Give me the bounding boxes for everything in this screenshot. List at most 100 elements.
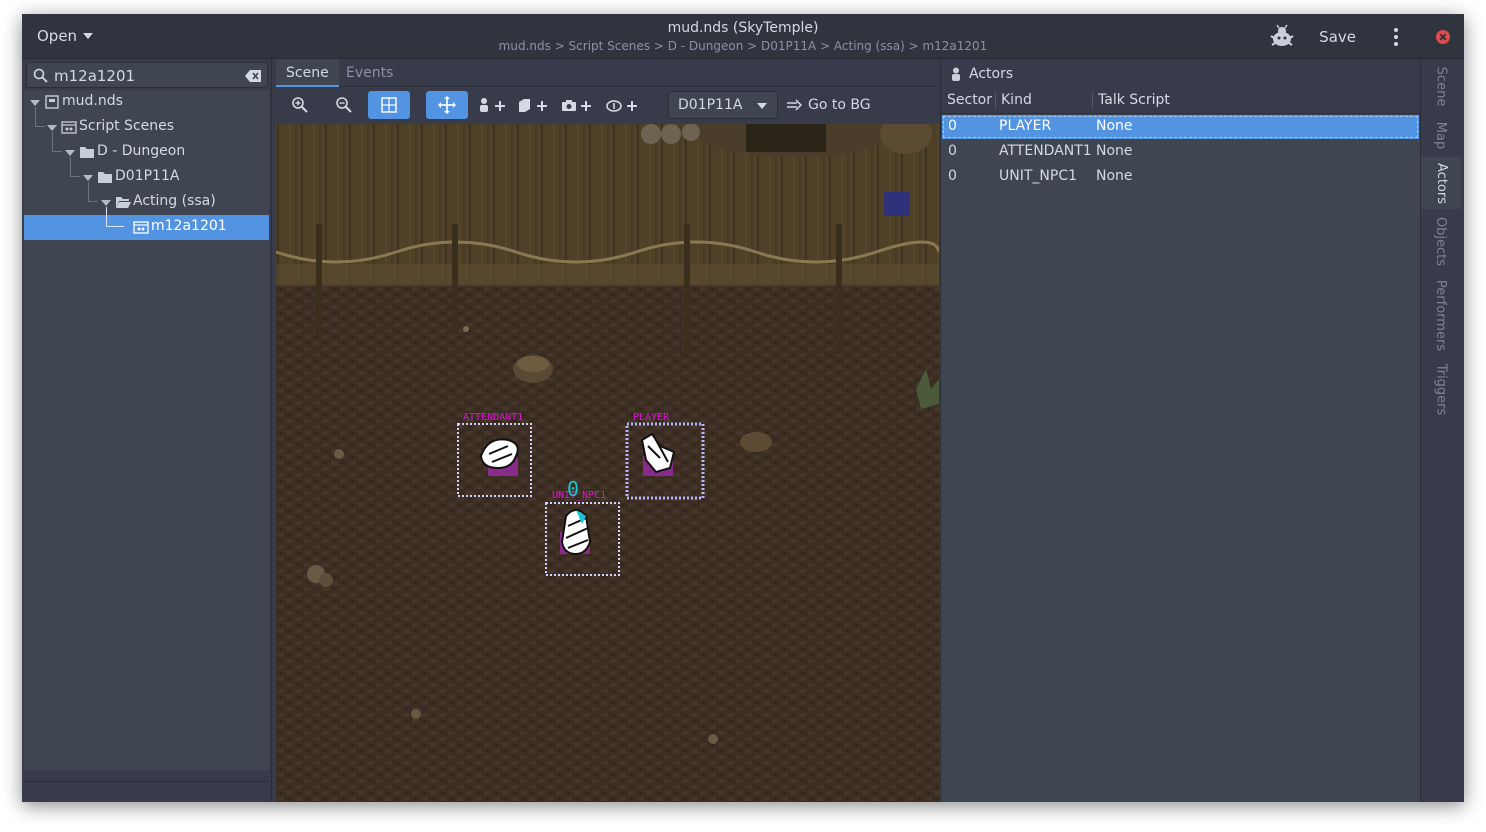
table-row[interactable]: 0 PLAYER None — [942, 115, 1419, 139]
cell-sector: 0 — [948, 118, 957, 134]
sidebar-footer — [24, 781, 269, 801]
tree-item-acting[interactable]: Acting (ssa) — [24, 190, 269, 215]
expander-icon[interactable] — [101, 200, 111, 206]
dungeon-map-image: ATTENDANT1 PLAYER UNIT_NPC1 0 — [276, 124, 939, 802]
app-window: Open mud.nds (SkyTemple) mud.nds > Scrip… — [22, 14, 1464, 802]
table-row[interactable]: 0 UNIT_NPC1 None — [942, 165, 1419, 189]
actors-table-header: Sector Kind Talk Script — [941, 88, 1421, 114]
sidebar: m12a1201 mud.nds Script Scenes D - Dunge… — [22, 59, 272, 802]
actor-label-unit-npc: UNIT_NPC1 — [552, 490, 606, 501]
side-tab-label: Actors — [1433, 162, 1449, 204]
window-title: mud.nds (SkyTemple) — [667, 20, 819, 36]
rom-icon — [45, 95, 59, 109]
actor-icon — [952, 67, 960, 81]
side-tab-label: Triggers — [1433, 363, 1449, 415]
side-tab-map[interactable]: Map — [1421, 114, 1461, 156]
project-tree[interactable]: mud.nds Script Scenes D - Dungeon D01P11… — [24, 90, 269, 770]
tree-item-label: mud.nds — [62, 93, 123, 109]
save-button[interactable]: Save — [1319, 28, 1356, 46]
actors-panel-title: Actors — [969, 65, 1014, 82]
move-tool-button[interactable] — [426, 91, 468, 119]
add-actor-button[interactable] — [476, 91, 508, 119]
actors-panel: Actors Sector Kind Talk Script 0 PLAYER … — [940, 59, 1421, 802]
column-separator — [1092, 93, 1093, 109]
folder-icon — [80, 147, 94, 158]
expander-icon[interactable] — [30, 100, 40, 106]
tab-scene[interactable]: Scene — [276, 59, 339, 87]
actors-panel-header: Actors — [941, 59, 1421, 88]
scene-toolbar: D01P11A Go to BG — [276, 87, 939, 124]
search-input[interactable]: m12a1201 — [26, 62, 268, 88]
editor-tabs: Scene Events — [276, 59, 939, 87]
map-select-value: D01P11A — [678, 97, 743, 113]
add-trigger-button[interactable] — [604, 91, 640, 119]
actor-label-attendant: ATTENDANT1 — [463, 412, 523, 423]
side-tab-label: Scene — [1433, 66, 1449, 106]
cell-kind: UNIT_NPC1 — [999, 168, 1077, 184]
expander-icon[interactable] — [47, 125, 57, 131]
arrow-right-icon — [787, 99, 802, 111]
tree-item-label: D - Dungeon — [97, 143, 186, 159]
side-tab-objects[interactable]: Objects — [1421, 211, 1461, 271]
clear-search-icon[interactable] — [245, 70, 261, 82]
tree-item-rom[interactable]: mud.nds — [24, 90, 269, 115]
column-header-talk-script[interactable]: Talk Script — [1098, 92, 1170, 108]
bug-report-icon[interactable] — [1267, 22, 1297, 52]
go-to-bg-label: Go to BG — [808, 97, 871, 113]
chevron-down-icon — [757, 103, 767, 109]
expander-icon[interactable] — [83, 175, 93, 181]
side-tab-triggers[interactable]: Triggers — [1421, 359, 1461, 419]
scene-icon — [61, 121, 77, 134]
folder-icon — [98, 172, 112, 183]
side-tab-label: Objects — [1433, 216, 1449, 266]
tree-item-label: m12a1201 — [151, 218, 227, 234]
expander-icon[interactable] — [65, 150, 75, 156]
side-tab-label: Performers — [1433, 279, 1449, 351]
cell-talk-script: None — [1096, 143, 1133, 159]
zoom-out-icon — [336, 97, 352, 113]
sector-marker: 0 — [567, 477, 579, 501]
add-performer-icon — [562, 100, 591, 111]
side-tab-performers[interactable]: Performers — [1421, 275, 1461, 355]
map-select[interactable]: D01P11A — [668, 91, 778, 119]
side-tabs: Scene Map Actors Objects Performers Trig… — [1420, 59, 1464, 802]
add-performer-button[interactable] — [560, 91, 594, 119]
grid-icon — [381, 97, 397, 113]
grid-toggle-button[interactable] — [368, 91, 410, 119]
close-icon[interactable] — [1436, 29, 1450, 44]
column-separator — [995, 93, 996, 109]
zoom-in-button[interactable] — [286, 91, 314, 119]
side-tab-label: Map — [1433, 121, 1449, 149]
scene-editor: Scene Events D01P11A Go to BG ATTENDANT1… — [276, 59, 939, 802]
cell-talk-script: None — [1096, 118, 1133, 134]
scene-map-canvas[interactable]: ATTENDANT1 PLAYER UNIT_NPC1 0 — [276, 124, 939, 802]
tree-item-m12a1201[interactable]: m12a1201 — [24, 207, 269, 240]
more-options-icon[interactable] — [1386, 27, 1406, 46]
cell-sector: 0 — [948, 143, 957, 159]
tree-item-d01p11a[interactable]: D01P11A — [24, 165, 269, 190]
table-row[interactable]: 0 ATTENDANT1 None — [942, 140, 1419, 164]
side-tab-actors[interactable]: Actors — [1421, 157, 1461, 209]
breadcrumb: mud.nds > Script Scenes > D - Dungeon > … — [498, 39, 988, 53]
actor-label-player: PLAYER — [633, 412, 670, 423]
cell-kind: ATTENDANT1 — [999, 143, 1092, 159]
add-actor-icon — [480, 98, 505, 112]
cell-talk-script: None — [1096, 168, 1133, 184]
tree-guide — [106, 207, 124, 227]
add-object-icon — [519, 99, 547, 112]
tab-events[interactable]: Events — [336, 59, 403, 87]
tree-item-label: D01P11A — [115, 168, 180, 184]
search-icon — [33, 68, 48, 83]
tree-item-dungeon[interactable]: D - Dungeon — [24, 140, 269, 165]
column-header-kind[interactable]: Kind — [1001, 92, 1032, 108]
column-header-sector[interactable]: Sector — [947, 92, 992, 108]
side-tab-scene[interactable]: Scene — [1421, 61, 1461, 111]
zoom-out-button[interactable] — [330, 91, 358, 119]
zoom-in-icon — [292, 97, 308, 113]
go-to-bg-button[interactable]: Go to BG — [786, 91, 871, 119]
scene-icon — [133, 221, 149, 234]
header-bar: Open mud.nds (SkyTemple) mud.nds > Scrip… — [22, 14, 1464, 59]
add-trigger-icon — [606, 100, 637, 112]
add-object-button[interactable] — [516, 91, 550, 119]
cell-sector: 0 — [948, 168, 957, 184]
